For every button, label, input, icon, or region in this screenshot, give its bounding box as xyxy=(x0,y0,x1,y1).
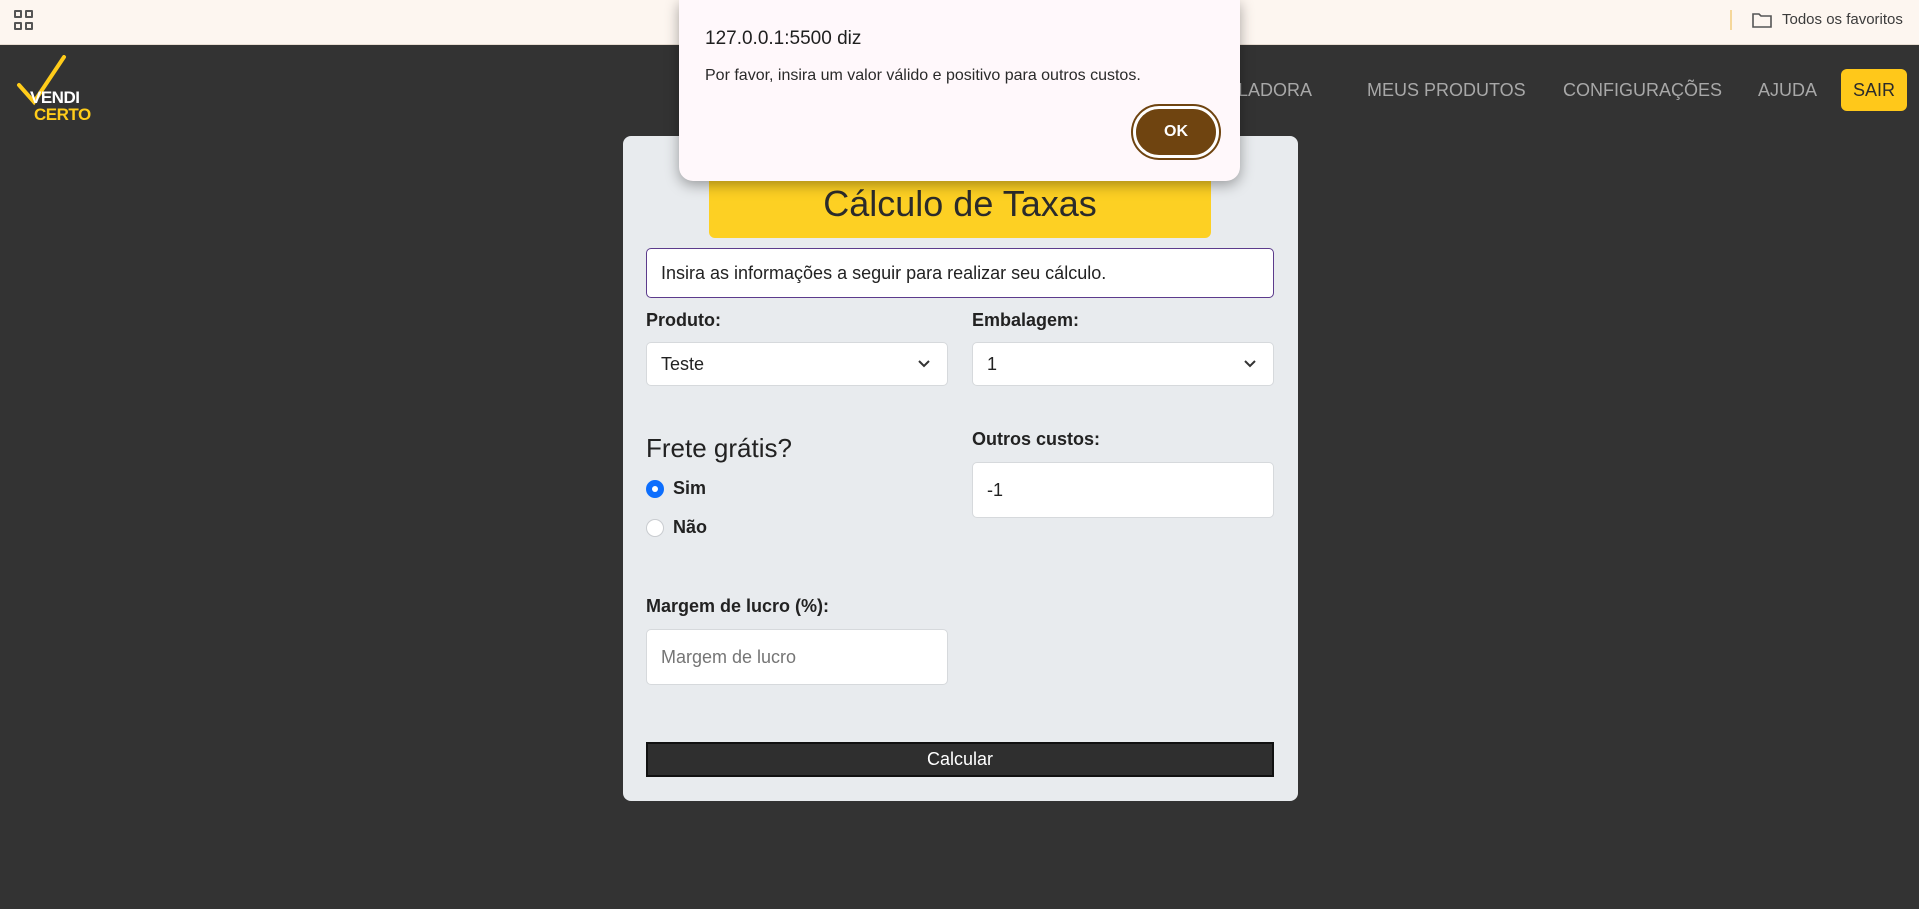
frete-nao-radio[interactable] xyxy=(646,519,664,537)
logo-text-certo: CERTO xyxy=(34,105,91,124)
frete-sim-radio[interactable] xyxy=(646,480,664,498)
frete-sim-label[interactable]: Sim xyxy=(673,478,706,499)
produto-label: Produto: xyxy=(646,310,721,330)
chevron-down-icon xyxy=(1244,360,1256,368)
embalagem-label: Embalagem: xyxy=(972,310,1080,330)
outros-custos-label: Outros custos: xyxy=(972,429,1101,449)
nav-meus-produtos[interactable]: MEUS PRODUTOS xyxy=(1367,80,1526,101)
produto-select-value: Teste xyxy=(661,353,705,374)
embalagem-select-value: 1 xyxy=(987,353,998,374)
instructions-box: Insira as informações a seguir para real… xyxy=(646,248,1274,298)
calcular-button[interactable]: Calcular xyxy=(646,742,1274,777)
folder-icon[interactable] xyxy=(1752,12,1772,28)
dialog-message: Por favor, insira um valor válido e posi… xyxy=(705,67,1141,84)
margem-lucro-label: Margem de lucro (%): xyxy=(646,596,830,616)
nav-ajuda[interactable]: AJUDA xyxy=(1758,80,1817,101)
bookmarks-folder-label[interactable]: Todos os favoritos xyxy=(1782,11,1903,28)
produto-select[interactable]: Teste xyxy=(646,342,948,386)
frete-nao-label[interactable]: Não xyxy=(673,517,707,538)
dialog-ok-button[interactable]: OK xyxy=(1131,104,1221,160)
embalagem-select[interactable]: 1 xyxy=(972,342,1274,386)
margem-lucro-input[interactable] xyxy=(646,629,948,685)
chevron-down-icon xyxy=(918,360,930,368)
frete-gratis-title: Frete grátis? xyxy=(646,433,792,463)
logout-button[interactable]: SAIR xyxy=(1841,69,1907,111)
dialog-title: 127.0.0.1:5500 diz xyxy=(705,28,862,49)
bookmarks-separator xyxy=(1730,10,1732,30)
nav-configuracoes[interactable]: CONFIGURAÇÕES xyxy=(1563,80,1722,101)
nav-calculadora[interactable]: CALCULADORA xyxy=(1240,80,1312,101)
outros-custos-input[interactable] xyxy=(972,462,1274,518)
apps-grid-icon[interactable] xyxy=(14,10,34,30)
